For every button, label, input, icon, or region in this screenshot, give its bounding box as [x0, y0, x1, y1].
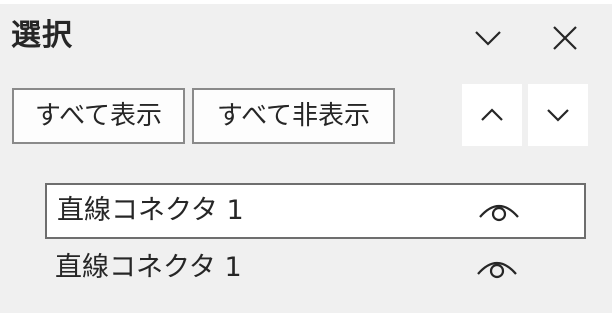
top-edge	[0, 0, 612, 4]
collapse-pane-button[interactable]	[466, 16, 510, 60]
pane-title: 選択	[11, 18, 73, 53]
close-icon	[553, 26, 577, 50]
chevron-down-icon	[475, 31, 501, 46]
object-name: 直線コネクタ 1	[57, 195, 244, 226]
close-pane-button[interactable]	[543, 16, 587, 60]
chevron-down-icon	[547, 109, 569, 122]
eye-icon	[477, 261, 517, 279]
visibility-toggle[interactable]	[477, 197, 521, 225]
visibility-toggle[interactable]	[475, 254, 519, 282]
bring-forward-button[interactable]	[462, 84, 522, 146]
eye-icon	[479, 204, 519, 222]
object-name: 直線コネクタ 1	[55, 252, 242, 283]
hide-all-button[interactable]: すべて非表示	[192, 88, 395, 144]
show-all-button[interactable]: すべて表示	[12, 88, 185, 144]
object-list-item[interactable]: 直線コネクタ 1	[45, 242, 586, 298]
chevron-up-icon	[481, 108, 503, 121]
object-list-item[interactable]: 直線コネクタ 1	[45, 183, 586, 239]
send-backward-button[interactable]	[528, 84, 588, 146]
